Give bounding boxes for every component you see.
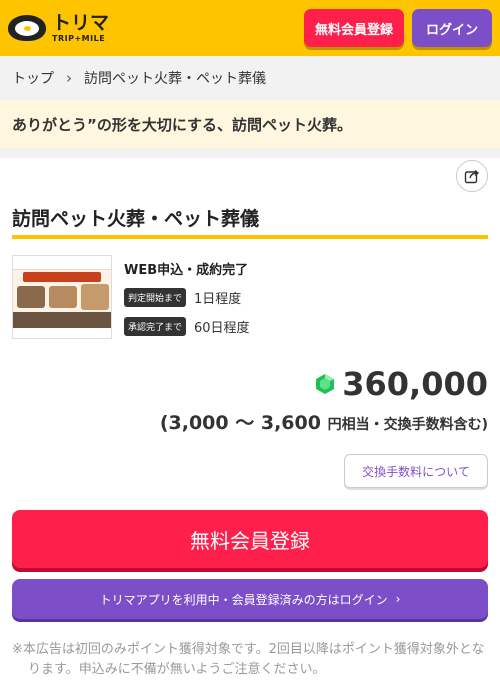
header-login-button[interactable]: ログイン: [412, 9, 492, 47]
login-button-label: トリマアプリを利用中・会員登録済みの方はログイン: [99, 592, 388, 607]
tagline: ありがとう”の形を大切にする、訪問ペット火葬。: [0, 100, 500, 148]
approve-value: 60日程度: [194, 321, 250, 336]
offer-thumbnail: [12, 255, 112, 339]
gem-icon: [316, 374, 335, 394]
approve-row: 承認完了まで 60日程度: [124, 317, 250, 336]
offer-card: 訪問ペット火葬・ペット葬儀 WEB申込・成約完了 判定開始まで 1日程度 承認完…: [0, 158, 500, 700]
yen-equivalent: (3,000 〜 3,600 円相当・交換手数料含む): [160, 408, 488, 435]
points-value: 360,000: [342, 365, 488, 403]
header: トリマ TRIP+MILE 無料会員登録 ログイン: [0, 0, 500, 56]
judge-value: 1日程度: [194, 292, 242, 307]
header-buttons: 無料会員登録 ログイン: [304, 9, 492, 47]
chevron-right-icon: ›: [66, 69, 72, 87]
fee-info-button[interactable]: 交換手数料について: [344, 454, 488, 488]
offer-details: WEB申込・成約完了 判定開始まで 1日程度 承認完了まで 60日程度: [124, 255, 250, 339]
judge-row: 判定開始まで 1日程度: [124, 288, 250, 307]
points-display: 360,000: [314, 368, 488, 400]
disclaimer-note: ※本広告は初回のみポイント獲得対象です。2回目以降はポイント獲得対象外となります…: [12, 642, 485, 677]
offer-title: 訪問ペット火葬・ペット葬儀: [12, 158, 488, 239]
logo[interactable]: トリマ TRIP+MILE: [8, 11, 110, 43]
share-button[interactable]: [456, 160, 488, 192]
offer-info: WEB申込・成約完了 判定開始まで 1日程度 承認完了まで 60日程度: [12, 255, 488, 339]
breadcrumb: トップ › 訪問ペット火葬・ペット葬儀: [0, 56, 500, 100]
breadcrumb-home-link[interactable]: トップ: [12, 68, 54, 88]
penguin-logo-icon: [8, 15, 46, 41]
condition-text: WEB申込・成約完了: [124, 263, 249, 278]
login-button[interactable]: トリマアプリを利用中・会員登録済みの方はログイン ›: [12, 579, 488, 619]
judge-badge: 判定開始まで: [124, 288, 187, 307]
register-button[interactable]: 無料会員登録: [12, 510, 488, 568]
yen-suffix: 円相当・交換手数料含む): [327, 417, 488, 433]
approve-badge: 承認完了まで: [124, 317, 187, 336]
share-icon: [464, 169, 480, 184]
header-register-button[interactable]: 無料会員登録: [304, 9, 404, 47]
logo-text: トリマ: [52, 11, 110, 34]
logo-subtext: TRIP+MILE: [52, 33, 106, 43]
breadcrumb-current: 訪問ペット火葬・ペット葬儀: [84, 71, 266, 87]
chevron-right-icon: ›: [395, 592, 401, 606]
yen-range: (3,000 〜 3,600: [159, 412, 321, 434]
